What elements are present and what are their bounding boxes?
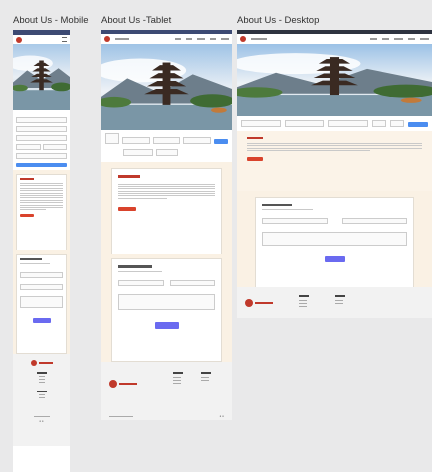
mobile-nav [13,35,70,44]
desktop-search-form [237,116,432,131]
mobile-comment-input[interactable] [20,296,63,308]
mobile-field[interactable] [16,126,67,132]
desktop-email-input[interactable] [342,218,408,224]
tablet-footer: ● ● [101,362,232,420]
tablet-submit-button[interactable] [155,322,179,329]
social-icon[interactable]: ● ● [220,414,224,418]
mobile-comment-section [13,250,70,354]
mobile-comment-card [16,254,67,354]
desktop-field[interactable] [328,120,368,127]
desktop-frame: ● ● [237,30,432,318]
nav-link[interactable] [394,38,403,40]
mobile-company-text [20,183,63,210]
mobile-frame: ● ● [13,30,70,472]
tablet-frame-title: About Us -Tablet [101,15,171,26]
nav-link[interactable] [175,38,181,40]
nav-link[interactable] [221,38,229,40]
mobile-frame-title: About Us - Mobile [13,15,89,26]
tablet-search-button[interactable] [214,139,228,144]
desktop-nav [237,34,432,44]
tablet-search-form [101,130,232,147]
desktop-field[interactable] [241,120,281,127]
tablet-field[interactable] [153,137,181,144]
mobile-name-input[interactable] [20,272,63,278]
tablet-company-button[interactable] [118,207,136,211]
tablet-comment-title [118,265,152,268]
mobile-field[interactable] [16,117,67,123]
tablet-company-title [118,175,140,178]
temple-photo [13,44,70,110]
tablet-company-card [111,168,222,258]
tablet-field[interactable] [156,149,178,156]
tablet-email-input[interactable] [170,280,216,286]
footer-brand [119,383,137,386]
footer-logo-icon [31,360,37,366]
mobile-company-button[interactable] [20,214,34,217]
logo-icon[interactable] [16,37,22,43]
nav-link[interactable] [382,38,389,40]
desktop-comment-title [262,204,292,206]
tablet-name-input[interactable] [118,280,164,286]
footer-logo-icon [245,299,253,307]
logo-icon[interactable] [104,36,110,42]
tablet-frame: ● ● [101,30,232,420]
social-icon[interactable]: ● ● [17,419,66,423]
menu-icon[interactable] [62,37,67,42]
mobile-email-input[interactable] [20,284,63,290]
tablet-comment-card [111,258,222,362]
desktop-company-button[interactable] [247,157,263,161]
tablet-nav [101,34,232,44]
footer-logo-icon [109,380,117,388]
desktop-hero-image [237,44,432,116]
desktop-company-card [245,135,424,163]
mobile-company-card [16,174,67,252]
nav-link[interactable] [408,38,415,40]
tablet-field[interactable] [105,133,119,144]
tablet-hero-image [101,44,232,130]
mobile-field[interactable] [16,153,67,159]
desktop-field[interactable] [390,120,404,127]
tablet-field[interactable] [123,149,153,156]
mobile-company-section [13,170,70,250]
nav-link[interactable] [197,38,205,40]
mobile-field[interactable] [16,144,41,150]
desktop-comment-input[interactable] [262,232,407,246]
tablet-field[interactable] [183,137,211,144]
mobile-search-form [13,110,70,170]
desktop-field[interactable] [285,120,325,127]
footer-brand [39,362,53,364]
tablet-comment-input[interactable] [118,294,215,310]
logo-icon[interactable] [240,36,246,42]
desktop-footer: ● ● [237,287,432,318]
nav-link[interactable] [210,38,216,40]
footer-brand [255,302,273,305]
mobile-hero-image [13,44,70,110]
tablet-company-section [101,162,232,254]
desktop-comment-card [255,197,414,291]
desktop-company-title [247,137,263,139]
tablet-field[interactable] [122,137,150,144]
mobile-search-button[interactable] [16,163,67,167]
desktop-company-section [237,131,432,191]
mobile-comment-title [20,258,42,260]
mobile-field[interactable] [43,144,68,150]
temple-photo [101,44,232,130]
mobile-submit-button[interactable] [33,318,51,323]
mobile-footer: ● ● [13,354,70,446]
mobile-field[interactable] [16,135,67,141]
temple-photo [237,44,432,116]
nav-link[interactable] [186,38,192,40]
desktop-field[interactable] [372,120,386,127]
desktop-company-text [247,143,422,151]
desktop-submit-button[interactable] [325,256,345,262]
desktop-frame-title: About Us - Desktop [237,15,319,26]
nav-link[interactable] [420,38,429,40]
mobile-company-title [20,178,34,180]
desktop-search-button[interactable] [408,122,428,127]
tablet-comment-section [101,254,232,362]
desktop-comment-section [237,191,432,287]
tablet-company-text [118,184,215,199]
desktop-name-input[interactable] [262,218,328,224]
nav-link[interactable] [370,38,377,40]
